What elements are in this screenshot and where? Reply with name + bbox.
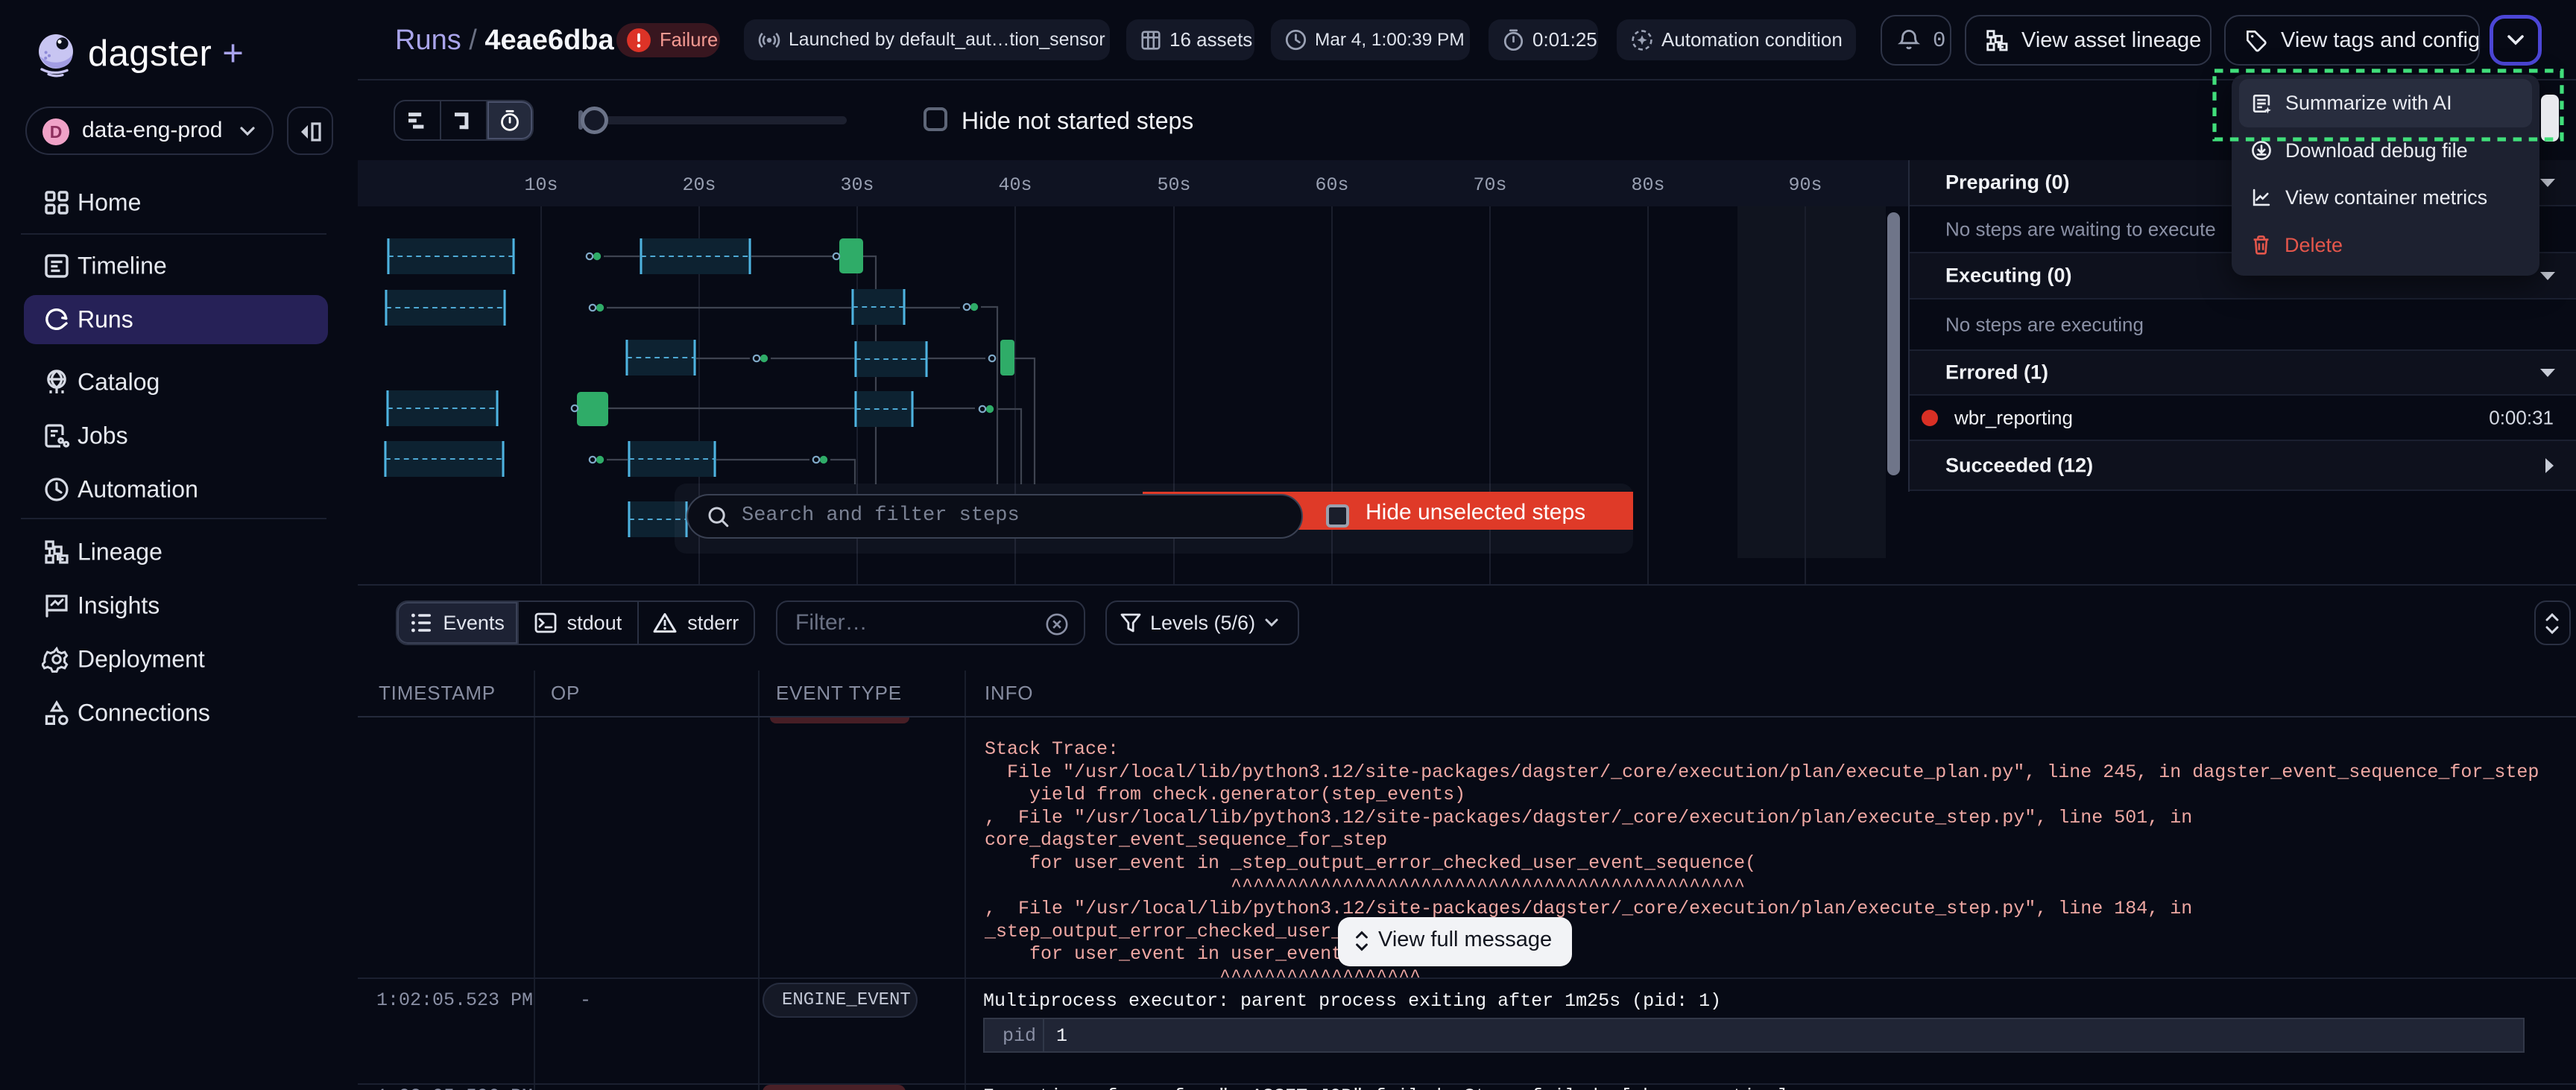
- svg-text:20s: 20s: [682, 174, 716, 196]
- svg-text:30s: 30s: [840, 174, 874, 196]
- svg-text:50s: 50s: [1157, 174, 1190, 196]
- svg-text:10s: 10s: [524, 174, 558, 196]
- svg-text:70s: 70s: [1473, 174, 1506, 196]
- svg-text:80s: 80s: [1631, 174, 1664, 196]
- svg-text:60s: 60s: [1315, 174, 1348, 196]
- svg-text:40s: 40s: [998, 174, 1032, 196]
- svg-text:90s: 90s: [1788, 174, 1822, 196]
